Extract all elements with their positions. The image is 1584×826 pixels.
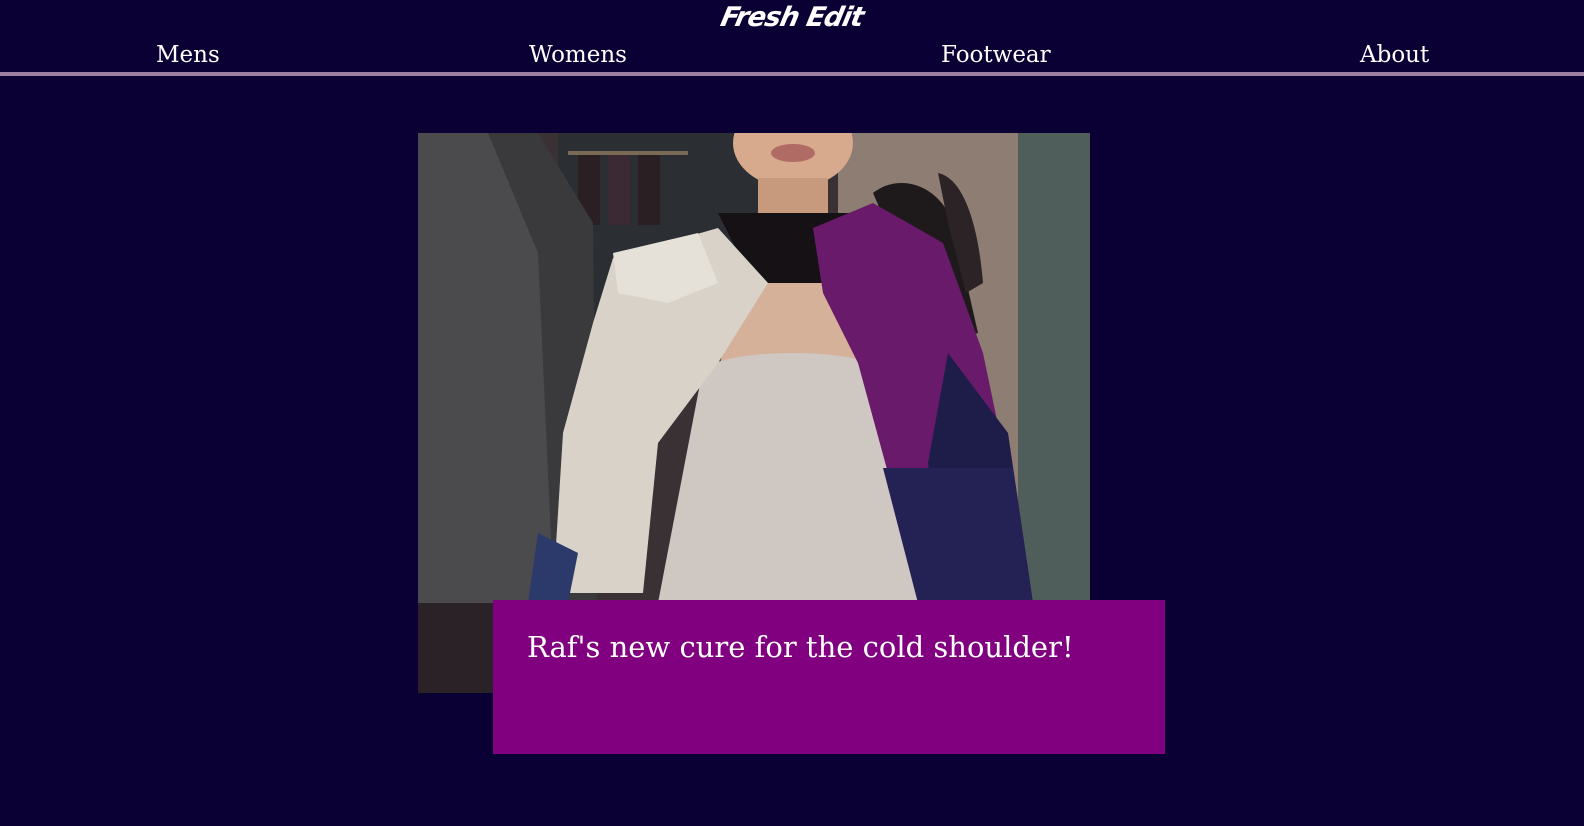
logo[interactable]: Fresh Edit (0, 2, 1584, 33)
caption-box: Raf's new cure for the cold shoulder! (493, 600, 1165, 754)
nav-item-womens[interactable]: Womens (529, 42, 627, 68)
nav-item-footwear[interactable]: Footwear (941, 42, 1051, 68)
nav-item-about[interactable]: About (1360, 42, 1429, 68)
nav-item-mens[interactable]: Mens (156, 42, 220, 68)
caption-text: Raf's new cure for the cold shoulder! (527, 630, 1074, 664)
nav-divider (0, 72, 1584, 76)
